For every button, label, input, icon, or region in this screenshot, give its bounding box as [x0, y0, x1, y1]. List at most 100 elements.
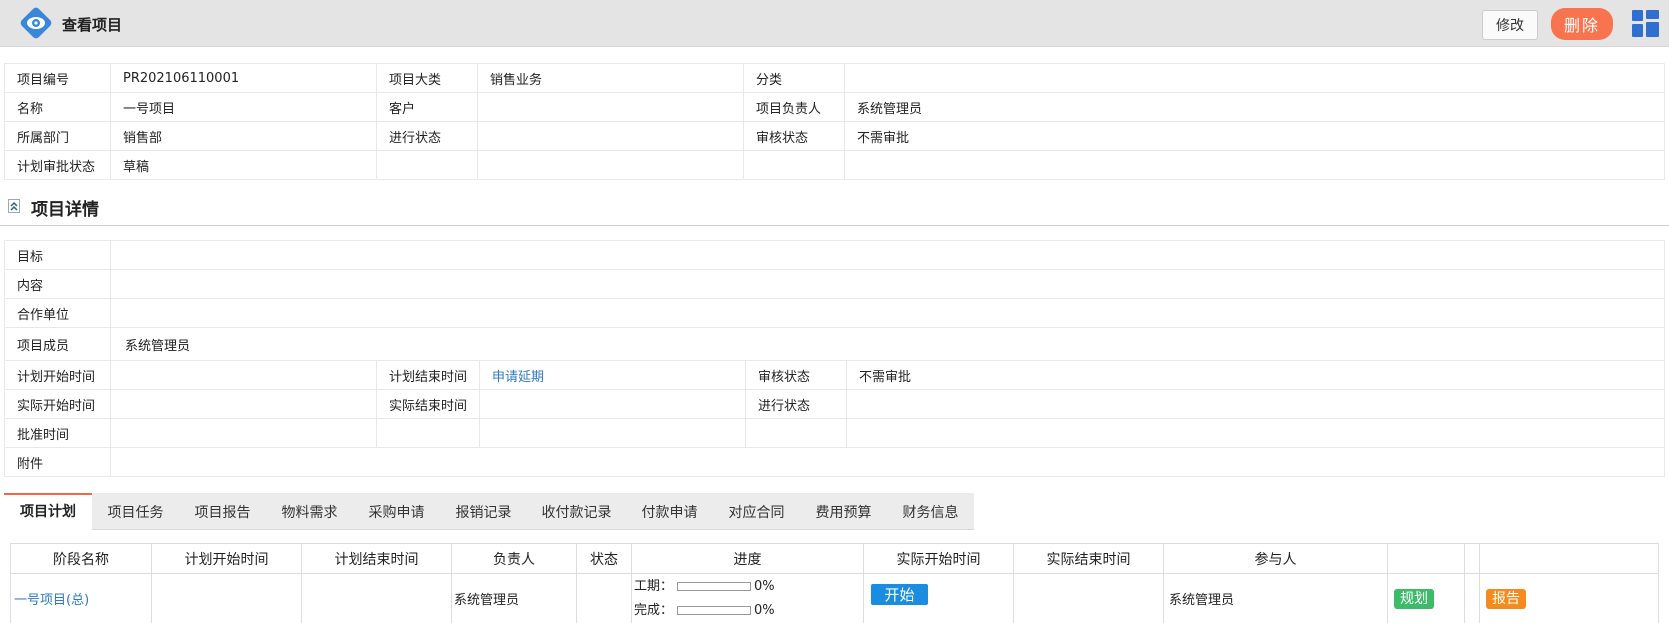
plan-start-value [110, 360, 377, 390]
column-header: 状态 [576, 543, 632, 574]
column-header [1387, 543, 1465, 574]
complete-percent: 0% [754, 602, 775, 618]
column-header: 计划开始时间 [151, 543, 302, 574]
info-value [477, 150, 744, 180]
goal-label: 目标 [4, 240, 111, 270]
basic-info-table: 项目编号 PR202106110001 项目大类 销售业务 分类 名称 一号项目 客户 项目负责… [4, 63, 1665, 180]
column-header [1464, 543, 1480, 574]
owner-cell: 系统管理员 [451, 573, 577, 623]
info-label: 所属部门 [4, 121, 111, 151]
column-header: 实际结束时间 [1013, 543, 1164, 574]
info-label [376, 150, 478, 180]
goal-value [110, 240, 1665, 270]
actual-end-cell [1013, 573, 1164, 623]
plan-end-cell [301, 573, 452, 623]
duration-percent: 0% [754, 578, 775, 594]
tab-6[interactable]: 收付款记录 [527, 493, 626, 530]
plan-start-label: 计划开始时间 [4, 360, 111, 390]
partner-label: 合作单位 [4, 298, 111, 328]
grid-menu-icon[interactable] [1632, 10, 1659, 37]
detail-row-plan-time: 计划开始时间 计划结束时间 申请延期 审核状态 不需审批 [4, 360, 1665, 390]
tab-bar: 项目计划 项目任务 项目报告 物料需求 采购申请 报销记录 收付款记录 付款申请 对应合同 费用预… [4, 493, 974, 530]
approve-time-value [110, 418, 377, 448]
plan-end-label: 计划结束时间 [375, 360, 481, 390]
info-label: 计划审批状态 [4, 150, 111, 180]
detail-row-content: 内容 [4, 269, 1665, 299]
members-value: 系统管理员 [110, 327, 1665, 361]
actual-end-label: 实际结束时间 [375, 389, 481, 419]
info-label: 名称 [4, 92, 111, 122]
info-label: 进行状态 [376, 121, 478, 151]
top-bar: 查看项目 修改 删除 [0, 0, 1669, 47]
info-row: 计划审批状态 草稿 [4, 150, 1665, 180]
collapse-up-icon[interactable] [8, 199, 20, 213]
info-label: 项目大类 [376, 63, 478, 93]
info-row: 项目编号 PR202106110001 项目大类 销售业务 分类 [4, 63, 1665, 93]
tab-8[interactable]: 对应合同 [713, 493, 800, 530]
audit-status-label: 审核状态 [745, 360, 848, 390]
info-value [477, 92, 744, 122]
start-button[interactable]: 开始 [871, 584, 928, 605]
column-header: 参与人 [1163, 543, 1388, 574]
tab-9[interactable]: 费用预算 [800, 493, 887, 530]
partner-value [110, 298, 1665, 328]
tab-10[interactable]: 财务信息 [887, 493, 974, 530]
column-header: 实际开始时间 [863, 543, 1014, 574]
column-header: 进度 [631, 543, 864, 574]
delete-button[interactable]: 删除 [1551, 8, 1613, 40]
attachment-label: 附件 [4, 447, 111, 477]
tab-3[interactable]: 物料需求 [266, 493, 353, 530]
info-value: 草稿 [110, 150, 377, 180]
participants-cell: 系统管理员 [1163, 573, 1388, 623]
info-value [844, 63, 1665, 93]
actual-end-value [479, 389, 747, 419]
status-cell [576, 573, 632, 623]
info-label: 项目负责人 [743, 92, 845, 122]
column-header: 阶段名称 [10, 543, 152, 574]
detail-row-actual-time: 实际开始时间 实际结束时间 进行状态 [4, 389, 1665, 419]
plan-badge-button[interactable]: 规划 [1394, 588, 1434, 609]
actual-start-label: 实际开始时间 [4, 389, 111, 419]
info-row: 所属部门 销售部 进行状态 审核状态 不需审批 [4, 121, 1665, 151]
plan-table-header: 阶段名称 计划开始时间 计划结束时间 负责人 状态 进度 实际开始时间 实际结束时间 参与人 [10, 543, 1659, 574]
info-label: 审核状态 [743, 121, 845, 151]
complete-progress-bar [677, 606, 752, 615]
info-label: 项目编号 [4, 63, 111, 93]
info-label [743, 150, 845, 180]
column-header: 计划结束时间 [301, 543, 452, 574]
info-value [844, 150, 1665, 180]
detail-row-partner: 合作单位 [4, 298, 1665, 328]
members-label: 项目成员 [4, 327, 111, 361]
page-title: 查看项目 [62, 16, 123, 34]
duration-label: 工期： [634, 578, 674, 594]
tab-2[interactable]: 项目报告 [179, 493, 266, 530]
column-header [1479, 543, 1659, 574]
detail-row-goal: 目标 [4, 240, 1665, 270]
tab-5[interactable]: 报销记录 [440, 493, 527, 530]
plan-stage-link[interactable]: 一号项目(总) [11, 593, 89, 608]
tab-4[interactable]: 采购申请 [353, 493, 440, 530]
info-value: PR202106110001 [110, 63, 377, 93]
info-value: 销售部 [110, 121, 377, 151]
info-value: 不需审批 [844, 121, 1665, 151]
detail-row-attachment: 附件 [4, 447, 1665, 477]
content-value [110, 269, 1665, 299]
tab-7[interactable]: 付款申请 [626, 493, 713, 530]
progress-status-label: 进行状态 [745, 389, 848, 419]
report-badge-button[interactable]: 报告 [1486, 588, 1526, 609]
edit-button[interactable]: 修改 [1482, 10, 1538, 40]
details-section-header: 项目详情 [0, 189, 1669, 226]
table-row: 一号项目(总) 系统管理员 工期： 0% 完成： 0% 开始 系统管理员 规划 … [10, 573, 1659, 623]
audit-status-value: 不需审批 [846, 360, 1665, 390]
progress-status-value [846, 389, 1665, 419]
tab-1[interactable]: 项目任务 [92, 493, 179, 530]
attachment-value [110, 447, 1665, 477]
actual-start-value [110, 389, 377, 419]
tab-0[interactable]: 项目计划 [4, 493, 92, 530]
section-title: 项目详情 [31, 200, 99, 220]
plan-table: 阶段名称 计划开始时间 计划结束时间 负责人 状态 进度 实际开始时间 实际结束时间 参与人 一… [10, 543, 1659, 623]
info-value: 销售业务 [477, 63, 744, 93]
complete-label: 完成： [634, 602, 674, 618]
info-label: 分类 [743, 63, 845, 93]
apply-extension-link[interactable]: 申请延期 [492, 370, 544, 385]
